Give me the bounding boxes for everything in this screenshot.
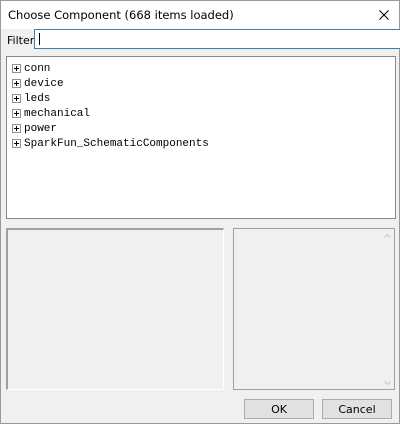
- tree-item-sparkfun-schematic-components[interactable]: SparkFun_SchematicComponents: [12, 136, 209, 151]
- tree-item-device[interactable]: device: [12, 76, 64, 91]
- title-bar: Choose Component (668 items loaded): [1, 1, 399, 29]
- tree-item-leds[interactable]: leds: [12, 91, 50, 106]
- component-tree[interactable]: conn device leds mechanical power SparkF…: [6, 56, 396, 219]
- vertical-scrollbar[interactable]: [381, 229, 394, 389]
- chevron-up-icon: [384, 233, 391, 238]
- tree-item-label: conn: [24, 62, 51, 75]
- close-button[interactable]: [369, 1, 399, 29]
- scroll-down-button[interactable]: [381, 376, 394, 389]
- symbol-preview-panel: [6, 228, 224, 390]
- plus-icon[interactable]: [12, 79, 21, 88]
- scroll-up-button[interactable]: [381, 229, 394, 242]
- filter-input[interactable]: [34, 29, 400, 49]
- text-caret: [39, 33, 40, 45]
- tree-item-label: mechanical: [24, 107, 91, 120]
- tree-item-label: power: [24, 122, 58, 135]
- ok-button[interactable]: OK: [244, 399, 314, 419]
- close-icon: [379, 10, 389, 20]
- tree-item-label: SparkFun_SchematicComponents: [24, 137, 209, 150]
- plus-icon[interactable]: [12, 64, 21, 73]
- tree-item-label: device: [24, 77, 64, 90]
- tree-item-label: leds: [24, 92, 51, 105]
- tree-item-conn[interactable]: conn: [12, 61, 50, 76]
- plus-icon[interactable]: [12, 124, 21, 133]
- chevron-down-icon: [384, 380, 391, 385]
- cancel-button[interactable]: Cancel: [322, 399, 392, 419]
- description-panel: [233, 228, 395, 390]
- plus-icon[interactable]: [12, 94, 21, 103]
- plus-icon[interactable]: [12, 139, 21, 148]
- plus-icon[interactable]: [12, 109, 21, 118]
- window-title: Choose Component (668 items loaded): [8, 8, 234, 22]
- tree-item-mechanical[interactable]: mechanical: [12, 106, 90, 121]
- tree-item-power[interactable]: power: [12, 121, 57, 136]
- choose-component-dialog: Choose Component (668 items loaded) Filt…: [0, 0, 400, 424]
